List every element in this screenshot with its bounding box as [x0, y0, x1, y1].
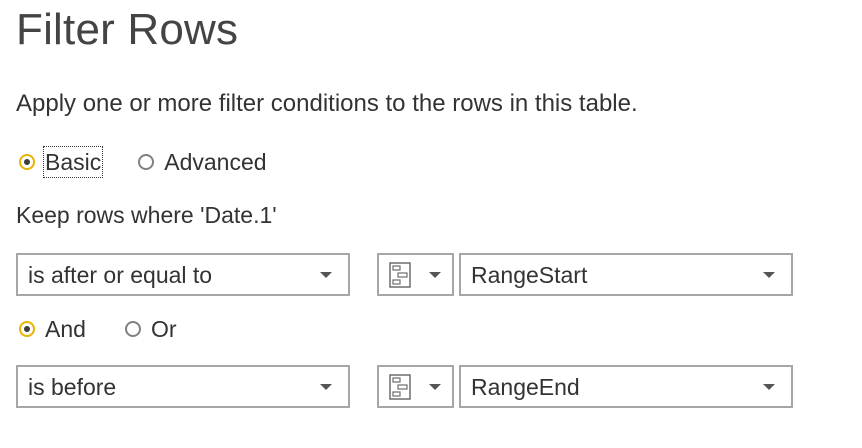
- chevron-down-icon: [429, 271, 441, 278]
- or-radio[interactable]: Or: [124, 315, 177, 343]
- operator-dropdown-2[interactable]: is before: [16, 365, 350, 408]
- parameter-icon: [389, 261, 411, 288]
- or-radio-circle[interactable]: [124, 321, 141, 337]
- filter-rows-dialog: Filter Rows Apply one or more filter con…: [0, 0, 862, 448]
- logic-radio-group: And Or: [16, 315, 177, 343]
- advanced-radio[interactable]: Advanced: [138, 148, 267, 176]
- and-radio-label[interactable]: And: [45, 315, 86, 343]
- keep-rows-label: Keep rows where 'Date.1': [16, 202, 277, 228]
- chevron-down-icon: [320, 383, 332, 390]
- or-radio-label[interactable]: Or: [151, 315, 177, 343]
- value-type-dropdown-2[interactable]: [377, 365, 454, 408]
- and-radio[interactable]: And: [16, 315, 86, 343]
- value-dropdown-1[interactable]: RangeStart: [459, 253, 793, 296]
- advanced-radio-label[interactable]: Advanced: [164, 148, 266, 176]
- basic-radio[interactable]: Basic: [16, 146, 104, 178]
- dialog-title: Filter Rows: [16, 5, 239, 54]
- basic-radio-circle[interactable]: [19, 154, 35, 170]
- chevron-down-icon: [763, 271, 775, 278]
- value-dropdown-2-value: RangeEnd: [471, 373, 580, 400]
- basic-radio-label[interactable]: Basic: [42, 146, 104, 178]
- mode-radio-group: Basic Advanced: [16, 146, 267, 178]
- operator-dropdown-1[interactable]: is after or equal to: [16, 253, 350, 296]
- chevron-down-icon: [320, 271, 332, 278]
- dialog-description: Apply one or more filter conditions to t…: [16, 90, 638, 117]
- value-type-dropdown-1[interactable]: [377, 253, 454, 296]
- advanced-radio-circle[interactable]: [138, 154, 155, 170]
- operator-dropdown-1-value: is after or equal to: [28, 261, 213, 288]
- value-dropdown-1-value: RangeStart: [471, 261, 588, 288]
- value-dropdown-2[interactable]: RangeEnd: [459, 365, 793, 408]
- and-radio-circle[interactable]: [19, 321, 35, 337]
- operator-dropdown-2-value: is before: [28, 373, 117, 400]
- parameter-icon: [389, 373, 411, 400]
- chevron-down-icon: [763, 383, 775, 390]
- chevron-down-icon: [429, 383, 441, 390]
